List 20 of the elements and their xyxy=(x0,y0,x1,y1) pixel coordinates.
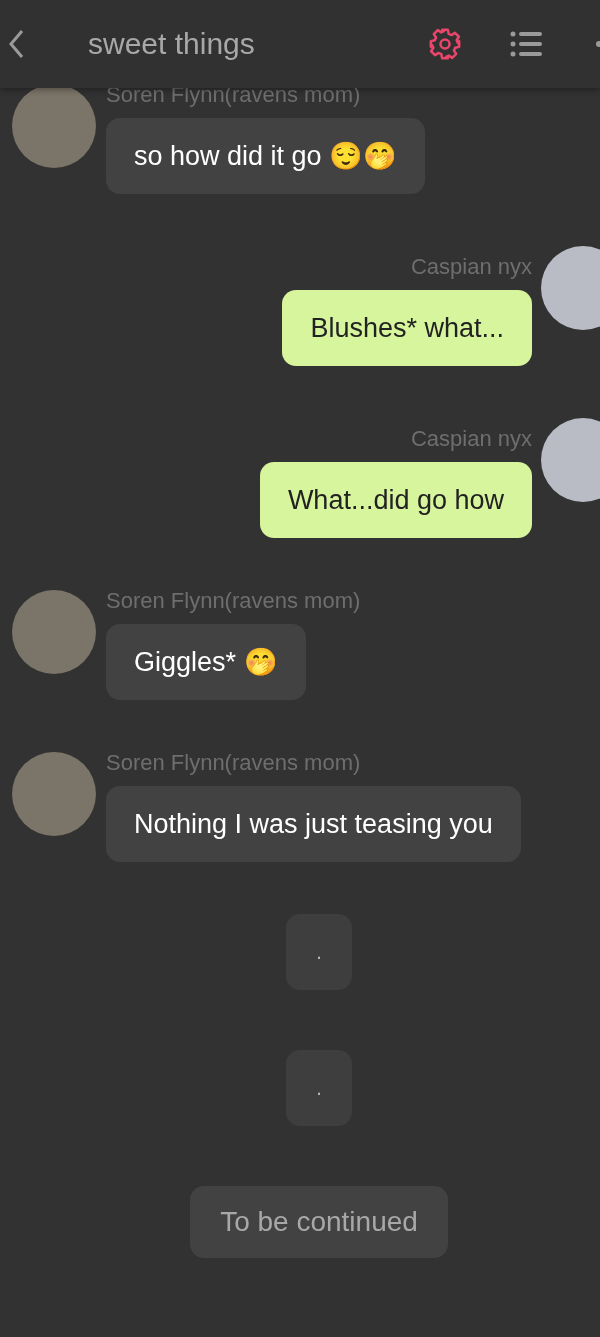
chat-title: sweet things xyxy=(88,27,256,61)
back-icon[interactable] xyxy=(8,29,24,59)
narration-bubble: . xyxy=(286,1050,352,1126)
sender-name: Caspian nyx xyxy=(410,425,532,453)
message-bubble: Giggles* 🤭 xyxy=(106,624,306,700)
to-be-continued-label: To be continued xyxy=(190,1186,448,1258)
sender-name: Soren Flynn(ravens mom) xyxy=(106,81,361,109)
sender-name: Soren Flynn(ravens mom) xyxy=(106,749,361,777)
narration-bubble: . xyxy=(286,914,352,990)
message-bubble: so how did it go 😌🤭 xyxy=(106,118,426,194)
avatar-placeholder[interactable] xyxy=(541,246,600,330)
message-bubble: What...did go how xyxy=(259,462,532,538)
menu-icon[interactable] xyxy=(510,30,542,58)
settings-icon[interactable] xyxy=(428,27,462,61)
message-bubble: Blushes* what... xyxy=(282,290,532,366)
avatar-placeholder[interactable] xyxy=(541,418,600,502)
more-icon[interactable] xyxy=(594,40,600,48)
sender-name: Caspian nyx xyxy=(410,253,532,281)
sender-name: Soren Flynn(ravens mom) xyxy=(106,587,361,615)
message-bubble: Nothing I was just teasing you xyxy=(106,786,521,862)
